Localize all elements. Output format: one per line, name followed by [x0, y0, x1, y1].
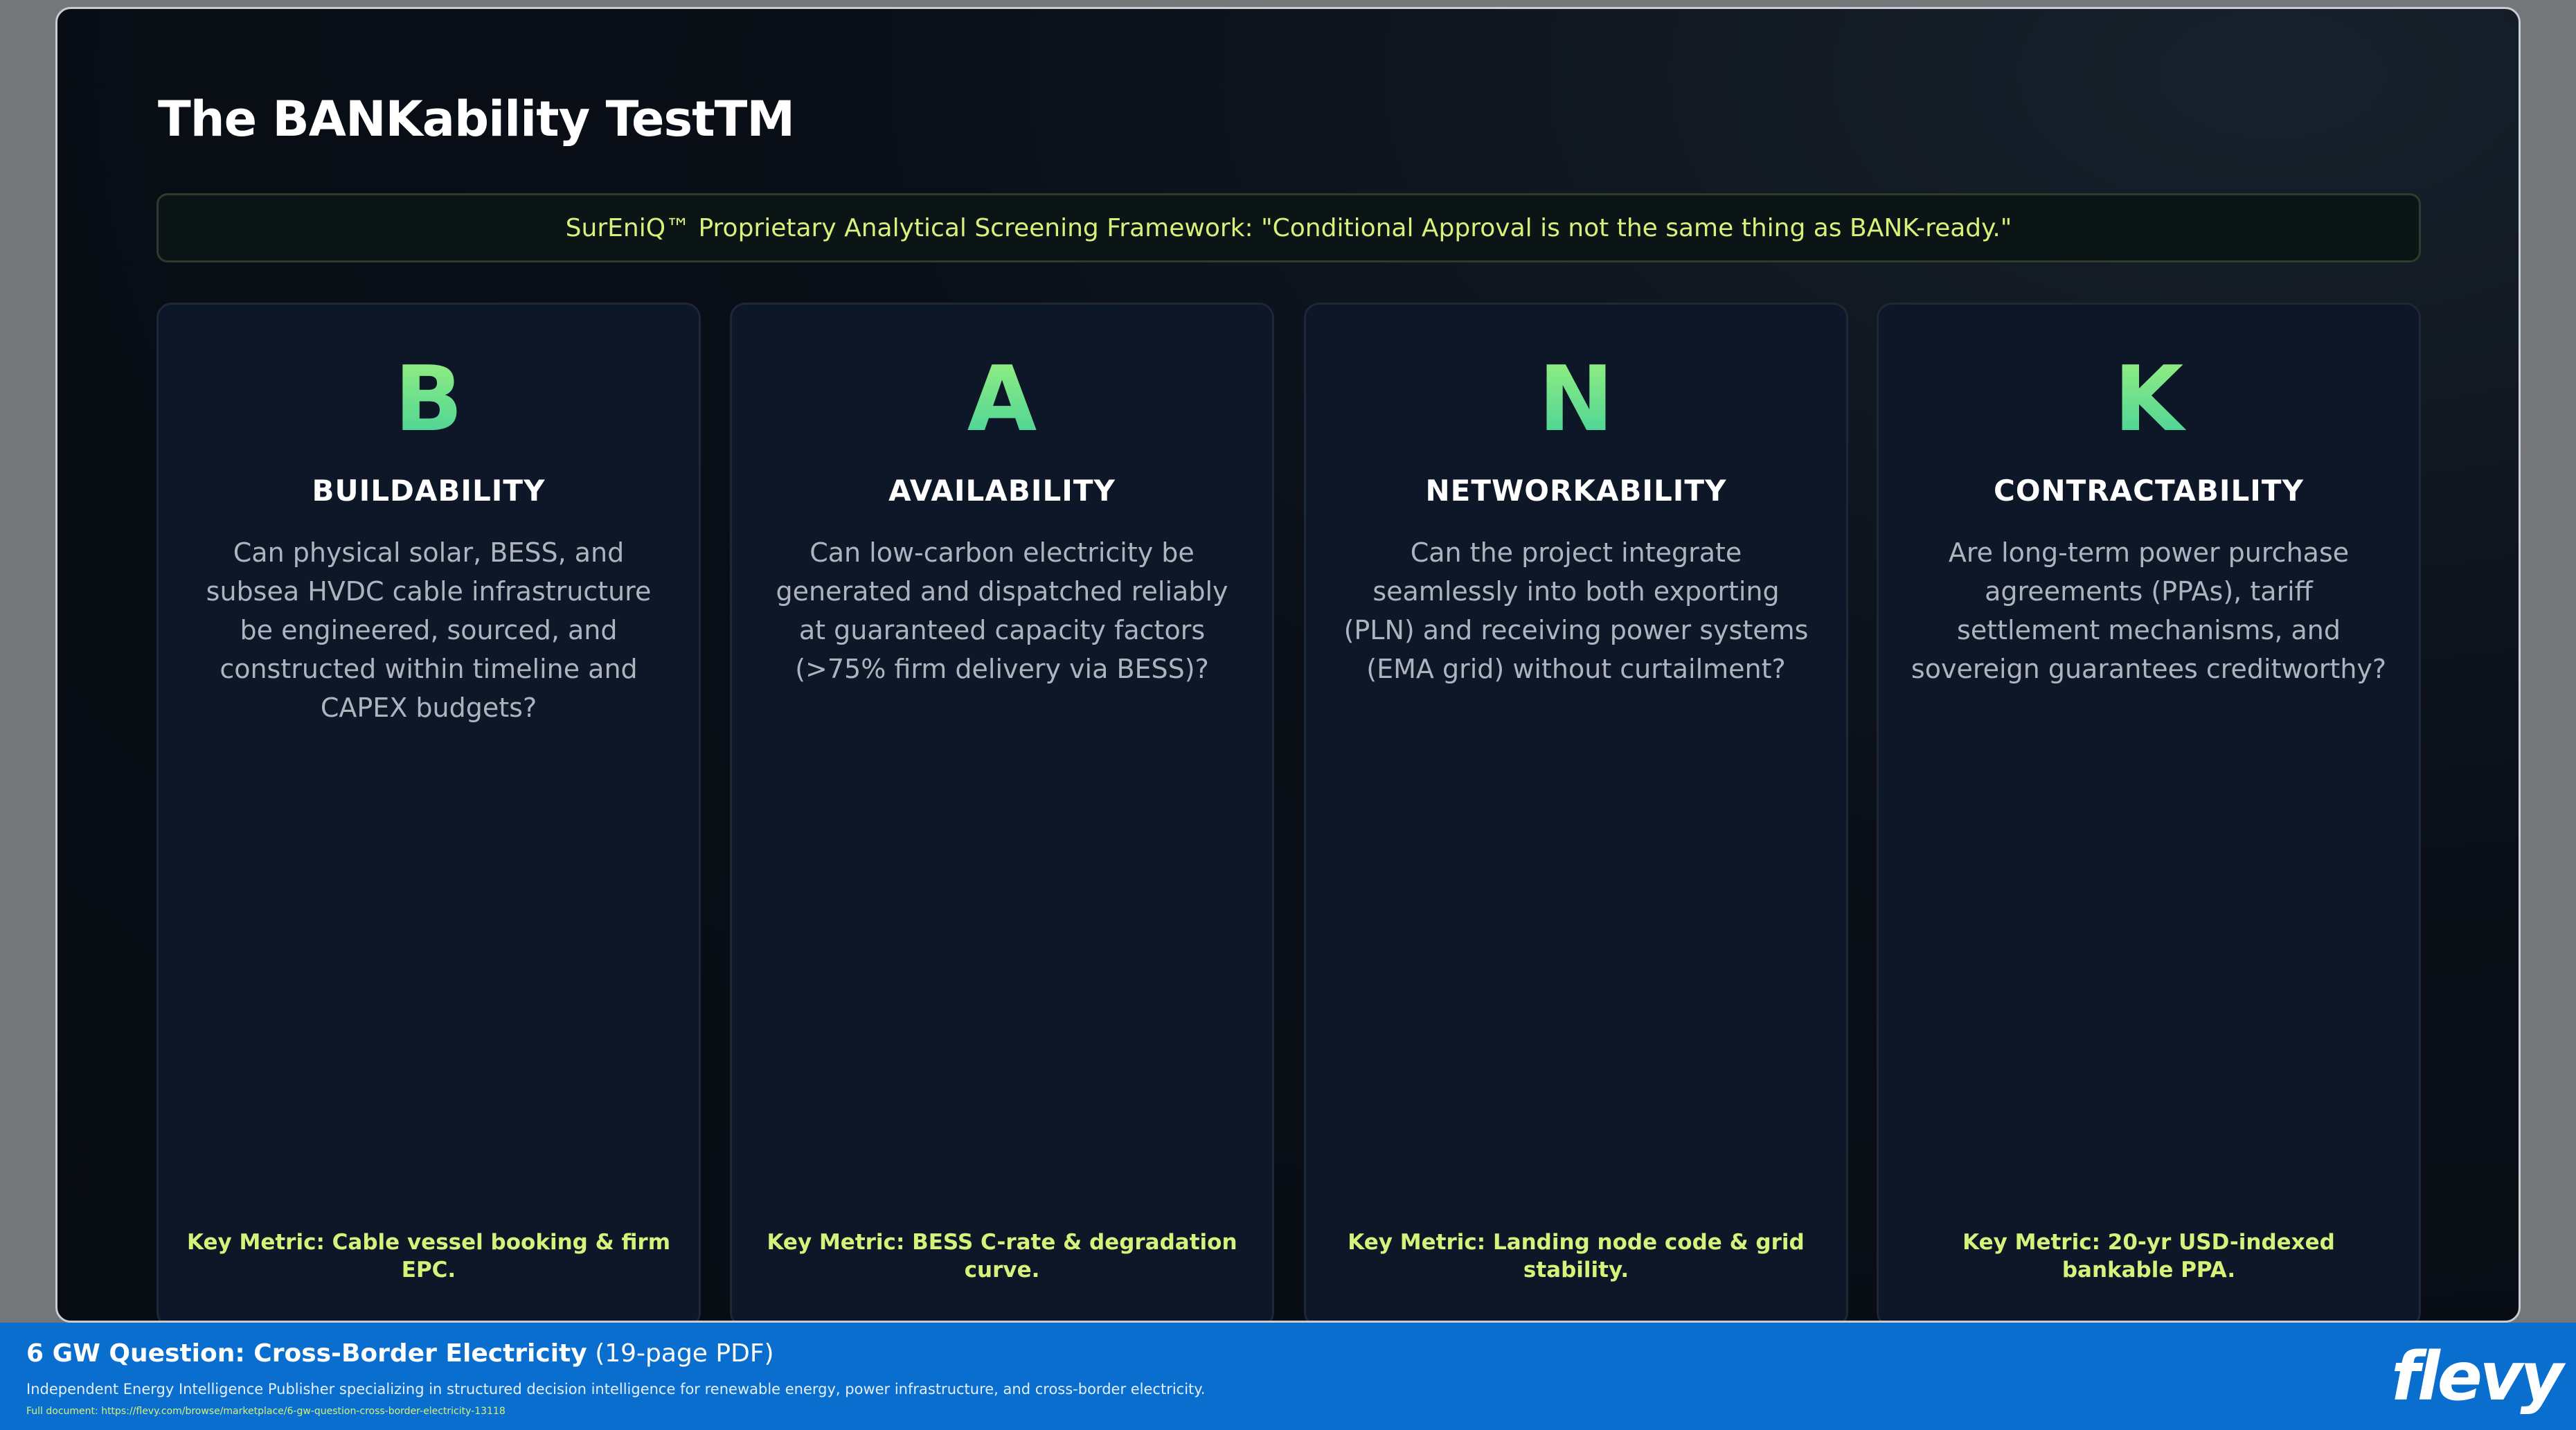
framework-banner-text: SurEniQ™ Proprietary Analytical Screenin…	[565, 213, 2012, 242]
document-footer: 6 GW Question: Cross-Border Electricity …	[0, 1323, 2576, 1430]
card-description: Can low-carbon electricity be generated …	[776, 537, 1228, 684]
bank-cards: B BUILDABILITY Can physical solar, BESS,…	[156, 303, 2421, 1321]
card-letter: K	[1879, 346, 2419, 452]
card-availability: A AVAILABILITY Can low-carbon electricit…	[730, 303, 1274, 1321]
card-description: Can the project integrate seamlessly int…	[1343, 537, 1809, 684]
card-heading: AVAILABILITY	[888, 474, 1116, 508]
card-description: Can physical solar, BESS, and subsea HVD…	[206, 537, 652, 723]
card-key-metric: Key Metric: Cable vessel booking & firm …	[186, 1230, 671, 1282]
card-letter: N	[1306, 346, 1846, 452]
document-page-count: (19-page PDF)	[595, 1339, 774, 1368]
card-contractability: K CONTRACTABILITY Are long-term power pu…	[1877, 303, 2421, 1321]
slide: The BANKability TestTM SurEniQ™ Propriet…	[55, 7, 2521, 1323]
card-buildability: B BUILDABILITY Can physical solar, BESS,…	[156, 303, 701, 1321]
document-title[interactable]: 6 GW Question: Cross-Border Electricity …	[26, 1339, 774, 1368]
card-letter: B	[159, 346, 699, 452]
screen: The BANKability TestTM SurEniQ™ Propriet…	[0, 0, 2576, 1430]
card-heading: NETWORKABILITY	[1425, 474, 1727, 508]
slide-title: The BANKability TestTM	[158, 91, 795, 148]
card-networkability: N NETWORKABILITY Can the project integra…	[1304, 303, 1848, 1321]
card-key-metric: Key Metric: 20-yr USD-indexed bankable P…	[1962, 1230, 2335, 1282]
flevy-logo[interactable]: flevy	[2391, 1338, 2564, 1415]
card-heading: CONTRACTABILITY	[1994, 474, 2304, 508]
card-key-metric: Key Metric: Landing node code & grid sta…	[1348, 1230, 1805, 1282]
card-letter: A	[732, 346, 1272, 452]
card-key-metric: Key Metric: BESS C-rate & degradation cu…	[767, 1230, 1237, 1282]
document-title-text: 6 GW Question: Cross-Border Electricity	[26, 1339, 587, 1368]
card-heading: BUILDABILITY	[312, 474, 546, 508]
card-description: Are long-term power purchase agreements …	[1911, 537, 2387, 684]
framework-banner: SurEniQ™ Proprietary Analytical Screenin…	[156, 193, 2421, 262]
publisher-description: Independent Energy Intelligence Publishe…	[26, 1381, 1206, 1397]
document-link[interactable]: Full document: https://flevy.com/browse/…	[26, 1406, 506, 1417]
